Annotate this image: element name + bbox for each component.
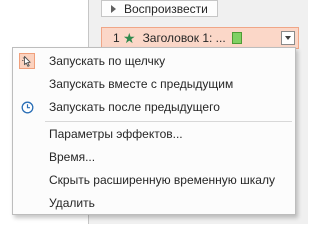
menu-item-label: Запускать после предыдущего <box>49 100 220 114</box>
menu-item-label: Удалить <box>49 196 95 210</box>
entrance-effect-star-icon: ★ <box>123 30 136 46</box>
menu-item-effect-options[interactable]: Параметры эффектов... <box>14 123 294 145</box>
menu-item-label: Скрыть расширенную временную шкалу <box>49 173 275 187</box>
menu-item-label: Запускать вместе с предыдущим <box>49 77 234 91</box>
chevron-down-icon <box>285 36 291 40</box>
menu-item-label: Запускать по щелчку <box>49 54 166 68</box>
play-button[interactable]: Воспроизвести <box>101 0 218 17</box>
play-icon <box>111 4 116 13</box>
animation-order-number: 1 <box>113 31 120 45</box>
menu-item-hide-advanced-timeline[interactable]: Скрыть расширенную временную шкалу <box>14 169 294 191</box>
animation-dropdown-button[interactable] <box>281 31 295 45</box>
powerpoint-animation-context: Воспроизвести 1 ★ Заголовок 1: ... Запус… <box>0 0 308 224</box>
menu-item-label: Параметры эффектов... <box>49 127 183 141</box>
animation-timing-bar <box>231 32 242 44</box>
menu-item-label: Время... <box>49 150 96 164</box>
animation-target-title: Заголовок 1: ... <box>142 31 226 45</box>
animation-list-item[interactable]: 1 ★ Заголовок 1: ... <box>101 27 299 49</box>
menu-item-start-on-click[interactable]: Запускать по щелчку <box>14 50 294 72</box>
menu-item-start-after-previous[interactable]: Запускать после предыдущего <box>14 96 294 118</box>
menu-item-timing[interactable]: Время... <box>14 146 294 168</box>
animation-context-menu: Запускать по щелчку Запускать вместе с п… <box>12 47 296 215</box>
menu-item-remove[interactable]: Удалить <box>14 192 294 214</box>
play-button-label: Воспроизвести <box>124 1 208 16</box>
clock-icon <box>19 99 35 115</box>
mouse-click-icon <box>19 53 35 69</box>
menu-separator <box>45 121 292 122</box>
menu-item-start-with-previous[interactable]: Запускать вместе с предыдущим <box>14 73 294 95</box>
